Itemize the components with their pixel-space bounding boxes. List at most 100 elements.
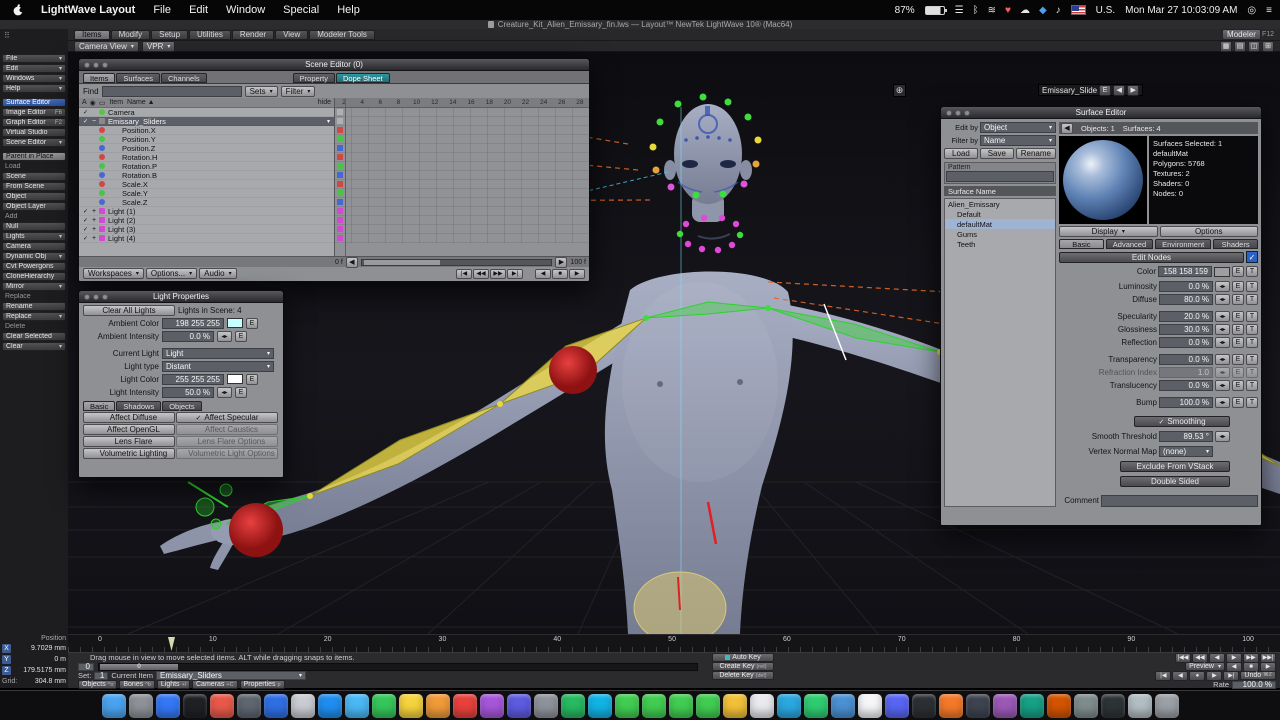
preview-dropdown[interactable]: Preview▾ <box>1185 662 1225 671</box>
dock-app-icon[interactable] <box>939 694 963 718</box>
toolbar-tab[interactable]: Render <box>232 30 274 40</box>
envelope-button[interactable]: E <box>1232 337 1244 348</box>
stepper[interactable]: ◂▸ <box>1215 324 1230 335</box>
dock-app-icon[interactable] <box>1155 694 1179 718</box>
light-toggle-button[interactable]: ✓Affect Caustics <box>176 424 278 435</box>
toolbar-tab[interactable]: Setup <box>151 30 188 40</box>
dope-sheet-row[interactable] <box>335 171 589 180</box>
frame-ruler[interactable]: 0102030405060708090100 <box>68 634 1280 652</box>
light-toggle-button[interactable]: ✓Volumetric Light Options <box>176 448 278 459</box>
dock-app-icon[interactable] <box>1074 694 1098 718</box>
dope-sheet-row[interactable] <box>335 135 589 144</box>
undo-button[interactable]: Undo⌘Z <box>1240 671 1276 680</box>
envelope-button[interactable]: E <box>1099 85 1111 96</box>
ambient-color-swatch[interactable] <box>227 318 243 328</box>
dock-app-icon[interactable] <box>966 694 990 718</box>
status-icon[interactable]: ☰ <box>955 5 964 16</box>
envelope-button[interactable]: E <box>1232 266 1244 277</box>
sidebar-item[interactable]: From Scene ▾ <box>2 182 66 191</box>
double-sided-button[interactable]: Double Sided <box>1120 476 1230 487</box>
dock-app-icon[interactable] <box>804 694 828 718</box>
playback-button[interactable]: ■ <box>552 269 568 279</box>
dock-app-icon[interactable] <box>723 694 747 718</box>
sidebar-item[interactable]: Mirror ▾ <box>2 282 66 291</box>
param-value-field[interactable]: 80.0 % <box>1159 294 1213 305</box>
dock-app-icon[interactable] <box>912 694 936 718</box>
toolbar-tab[interactable]: Modeler Tools <box>309 30 375 40</box>
envelope-button[interactable]: E <box>246 374 258 385</box>
auto-key-button[interactable]: Auto Key <box>712 653 774 662</box>
shuttle-button[interactable]: ▶ <box>1206 671 1222 681</box>
texture-button[interactable]: T <box>1246 380 1258 391</box>
sidebar-item[interactable]: Virtual Studio ▾ <box>2 128 66 137</box>
scene-editor-view-tab[interactable]: Property <box>293 73 335 83</box>
dope-sheet-row[interactable] <box>335 216 589 225</box>
dock-app-icon[interactable] <box>426 694 450 718</box>
dock-app-icon[interactable] <box>777 694 801 718</box>
expander[interactable]: + <box>90 208 98 215</box>
param-value-field[interactable]: 100.0 % <box>1159 397 1213 408</box>
shuttle-button[interactable]: ◀ <box>1172 671 1188 681</box>
sidebar-item[interactable]: File ▾ <box>2 54 66 63</box>
envelope-button[interactable]: E <box>1232 367 1244 378</box>
smooth-threshold-field[interactable]: 89.53 ° <box>1159 431 1213 442</box>
dock-app-icon[interactable] <box>1020 694 1044 718</box>
sidebar-item[interactable]: CloneHierarchy ▾ <box>2 272 66 281</box>
display-dropdown[interactable]: Display▾ <box>1059 226 1158 237</box>
dock-app-icon[interactable] <box>993 694 1017 718</box>
stepper[interactable]: ◂▸ <box>1215 294 1230 305</box>
viewport-layout-icon[interactable]: ▦ <box>1220 41 1232 52</box>
sidebar-item[interactable]: Null ▾ <box>2 222 66 231</box>
visibility-checkbox[interactable]: ✓ <box>81 208 90 215</box>
dock-app-icon[interactable] <box>291 694 315 718</box>
create-key-button[interactable]: Create Key(ret) <box>712 662 774 671</box>
scroll-left-button[interactable]: ◀ <box>346 257 358 268</box>
collapse-button[interactable]: ◀ <box>1061 123 1073 134</box>
toolbar-tab[interactable]: Modify <box>111 30 151 40</box>
light-tab[interactable]: Shadows <box>116 401 161 411</box>
rename-button[interactable]: Rename <box>1016 148 1056 159</box>
dope-scrollbar[interactable] <box>361 259 553 266</box>
toolbar-tab[interactable]: Utilities <box>189 30 231 40</box>
dope-sheet-row[interactable] <box>335 126 589 135</box>
sidebar-item[interactable]: Image Editor F6 ▾ <box>2 108 66 117</box>
envelope-button[interactable]: E <box>1232 294 1244 305</box>
column-item[interactable]: Item <box>109 99 123 106</box>
scene-editor-view-tab[interactable]: Dope Sheet <box>336 73 390 83</box>
ambient-color-values[interactable]: 198 255 255 <box>162 318 224 329</box>
sidebar-item[interactable]: Object Layer ▾ <box>2 202 66 211</box>
color-swatch[interactable] <box>1214 267 1230 277</box>
light-toggle-button[interactable]: ✓Lens Flare <box>83 436 175 447</box>
dock-app-icon[interactable] <box>1128 694 1152 718</box>
envelope-button[interactable]: E <box>1232 380 1244 391</box>
dock-app-icon[interactable] <box>615 694 639 718</box>
viewport-layout-icon[interactable]: ⊞ <box>1262 41 1274 52</box>
stepper[interactable]: ◂▸ <box>1215 431 1230 442</box>
scene-editor-tab[interactable]: Surfaces <box>116 73 160 83</box>
param-value-field[interactable]: 20.0 % <box>1159 311 1213 322</box>
light-toggle-button[interactable]: ✓Affect Diffuse <box>83 412 175 423</box>
sidebar-item[interactable]: Surface Editor ▾ <box>2 98 66 107</box>
column-icon[interactable]: ▭ <box>99 99 106 107</box>
column-hide[interactable]: hide <box>318 99 331 106</box>
column-icon[interactable]: ◉ <box>90 99 96 107</box>
dock-app-icon[interactable] <box>885 694 909 718</box>
texture-button[interactable]: T <box>1246 324 1258 335</box>
light-toggle-button[interactable]: ✓Volumetric Lighting <box>83 448 175 459</box>
sidebar-item[interactable]: Parent in Place ▾ <box>2 152 66 161</box>
surface-tab[interactable]: Basic <box>1059 239 1104 249</box>
dock-app-icon[interactable] <box>264 694 288 718</box>
current-light-dropdown[interactable]: Light▾ <box>162 348 274 359</box>
workspaces-dropdown[interactable]: Workspaces▾ <box>83 268 144 279</box>
stepper[interactable]: ◂▸ <box>217 331 232 342</box>
param-value-field[interactable]: 0.0 % <box>1159 337 1213 348</box>
sidebar-item[interactable]: Rename ▾ <box>2 302 66 311</box>
light-toggle-button[interactable]: ✓Affect OpenGL <box>83 424 175 435</box>
sidebar-item[interactable]: Add ▾ <box>2 212 66 221</box>
stepper[interactable]: ◂▸ <box>1215 367 1230 378</box>
envelope-button[interactable]: E <box>1232 354 1244 365</box>
visibility-checkbox[interactable]: ✓ <box>81 217 90 224</box>
texture-button[interactable]: T <box>1246 397 1258 408</box>
envelope-button[interactable]: E <box>235 331 247 342</box>
light-tab[interactable]: Basic <box>83 401 115 411</box>
